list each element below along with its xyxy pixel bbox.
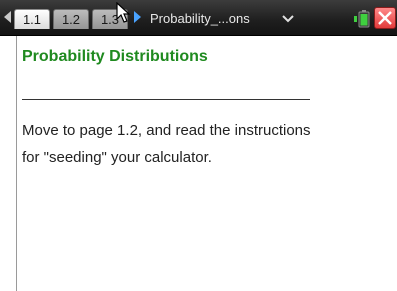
instructions-line: Move to page 1.2, and read the instructi… bbox=[22, 122, 311, 139]
divider bbox=[22, 99, 310, 100]
document-title[interactable]: Probability_...ons bbox=[150, 10, 250, 28]
nav-right-icon[interactable] bbox=[134, 11, 141, 23]
tab-bar: 1.1 1.2 1.3 Probability_...ons bbox=[0, 0, 397, 36]
tab-label: 1.2 bbox=[61, 12, 81, 27]
app-window: 1.1 1.2 1.3 Probability_...ons Probabili… bbox=[0, 0, 397, 291]
battery-icon bbox=[354, 10, 370, 28]
close-icon[interactable] bbox=[374, 7, 396, 29]
dropdown-icon[interactable] bbox=[282, 14, 294, 24]
nav-left-icon[interactable] bbox=[4, 11, 11, 23]
page-title: Probability Distributions bbox=[22, 48, 208, 65]
cursor-icon bbox=[116, 2, 131, 23]
tab-label: 1.1 bbox=[22, 12, 42, 27]
page-margin bbox=[0, 36, 16, 291]
tab-1-2[interactable]: 1.2 bbox=[53, 9, 89, 29]
tab-1-1[interactable]: 1.1 bbox=[14, 9, 50, 29]
instructions-text: Move to page 1.2, and read the instructi… bbox=[22, 117, 392, 171]
instructions-line: for "seeding" your calculator. bbox=[22, 149, 212, 166]
